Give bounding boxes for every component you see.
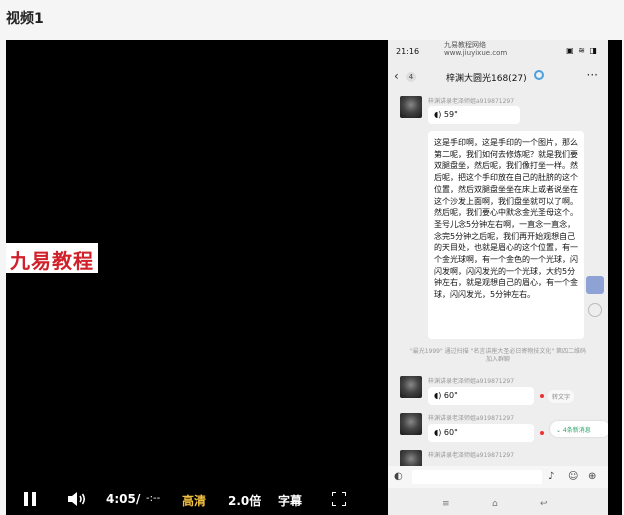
unread-dot bbox=[540, 431, 544, 435]
new-messages-pill[interactable]: ⌄ 4条新消息 bbox=[550, 421, 608, 437]
voice-message[interactable]: ◖) 60" bbox=[428, 424, 534, 442]
speed-button[interactable]: 2.0倍 bbox=[228, 492, 261, 509]
voice-icon: ◖) bbox=[434, 428, 442, 437]
floating-widget[interactable] bbox=[586, 276, 604, 294]
add-icon[interactable]: ⊕ bbox=[588, 471, 596, 482]
group-status-icon bbox=[534, 70, 544, 80]
page-title: 视频1 bbox=[6, 11, 44, 27]
voice-message[interactable]: ◖) 59" bbox=[428, 106, 520, 124]
watermark-label: 九易教程 bbox=[6, 243, 98, 273]
avatar[interactable] bbox=[400, 376, 422, 398]
phone-screen: 21:16 九易教程网络 www.jiuyixue.com ▣ ≋ ◨ ‹ 4 … bbox=[388, 40, 608, 515]
voice-icon: ◖) bbox=[434, 110, 442, 119]
more-icon[interactable]: ··· bbox=[587, 68, 598, 82]
avatar[interactable] bbox=[400, 96, 422, 118]
convert-to-text-button[interactable]: 转文字 bbox=[548, 390, 575, 403]
status-icons: ▣ ≋ ◨ bbox=[566, 46, 598, 55]
sender-name: 梓渊讲录老泽师姐a919871297 bbox=[428, 415, 515, 422]
back-icon[interactable]: ‹ bbox=[394, 69, 399, 83]
quality-button[interactable]: 高清 bbox=[182, 492, 206, 509]
emoji-icon[interactable]: ☺ bbox=[568, 471, 578, 482]
fullscreen-icon[interactable] bbox=[332, 492, 346, 506]
current-time: 4:05 bbox=[106, 492, 136, 506]
voice-duration: 60" bbox=[443, 428, 458, 437]
duration: -:-- bbox=[146, 493, 161, 504]
voice-input-icon[interactable]: ◐ bbox=[394, 471, 403, 482]
status-bar: 21:16 九易教程网络 www.jiuyixue.com ▣ ≋ ◨ bbox=[388, 40, 608, 62]
site-watermark: 九易教程网络 www.jiuyixue.com bbox=[444, 41, 508, 57]
voice-duration: 60" bbox=[443, 391, 458, 400]
chat-header: ‹ 4 梓渊大圆光168(27) ··· bbox=[388, 64, 608, 90]
pause-icon[interactable] bbox=[24, 492, 36, 506]
floating-widget-secondary[interactable] bbox=[588, 303, 602, 317]
voice-message[interactable]: ◖) 60" bbox=[428, 387, 534, 405]
message-input[interactable] bbox=[412, 470, 542, 484]
voice-duration: 59" bbox=[443, 110, 458, 119]
unread-dot bbox=[540, 394, 544, 398]
subtitles-button[interactable]: 字幕 bbox=[278, 492, 302, 509]
status-time: 21:16 bbox=[396, 47, 420, 56]
microphone-icon[interactable]: ♪ bbox=[548, 471, 554, 482]
video-player[interactable]: 九易教程 21:16 九易教程网络 www.jiuyixue.com ▣ ≋ ◨… bbox=[6, 40, 622, 515]
text-message[interactable]: 这是手印啊，这是手印的一个图片，那么第二呢，我们如何去修炼呢？就是我们要双腿盘坐… bbox=[428, 131, 584, 339]
system-note: "最光1999" 通过扫描 "名言讲座大圣必日寄物技文化" 第四二维码加入群聊 bbox=[409, 348, 587, 363]
avatar[interactable] bbox=[400, 413, 422, 435]
unread-count-badge: 4 bbox=[406, 72, 416, 82]
time-separator: / bbox=[136, 492, 141, 506]
sender-name: 梓渊讲录老泽师姐a919871297 bbox=[428, 378, 515, 385]
sender-name: 梓渊讲录老泽师姐a919871297 bbox=[428, 98, 515, 105]
page-header: 视频1 bbox=[0, 0, 624, 38]
volume-icon[interactable] bbox=[68, 492, 88, 506]
chat-title: 梓渊大圆光168(27) bbox=[446, 74, 527, 84]
sender-name: 梓渊讲录老泽师姐a919871297 bbox=[428, 452, 515, 459]
voice-icon: ◖) bbox=[434, 391, 442, 400]
player-controls: 4:05 / -:-- 高清 2.0倍 字幕 bbox=[6, 484, 622, 515]
